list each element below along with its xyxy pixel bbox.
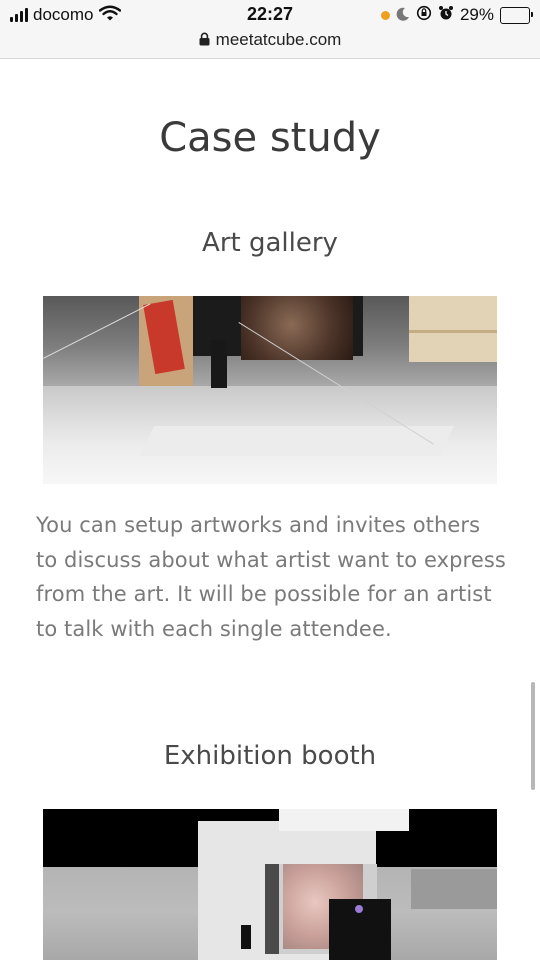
- art-gallery-image: [43, 296, 497, 484]
- orange-dot-icon: [380, 10, 390, 20]
- booth-display-box: [329, 899, 391, 960]
- section-title-art-gallery: Art gallery: [202, 228, 338, 258]
- alarm-icon: [438, 5, 454, 25]
- battery-percentage: 29%: [459, 5, 494, 24]
- moon-icon: [396, 6, 410, 25]
- artwork-poster: [139, 296, 193, 386]
- scrollbar-thumb[interactable]: [531, 682, 535, 790]
- exhibition-booth-image: [43, 809, 497, 960]
- art-gallery-description: You can setup artworks and invites other…: [36, 513, 506, 641]
- page-title: Case study: [159, 115, 381, 161]
- rotation-lock-icon: [416, 5, 432, 25]
- artwork-scroll: [409, 296, 497, 362]
- status-bar: docomo 22:27 29% meetatcube.com: [0, 0, 540, 59]
- avatar-figure: [211, 340, 227, 388]
- lock-icon: [199, 31, 210, 50]
- status-icons: 29%: [380, 5, 533, 25]
- artwork-painting: [241, 296, 353, 360]
- url-text[interactable]: meetatcube.com: [216, 30, 342, 50]
- battery-icon: [500, 6, 533, 24]
- address-bar[interactable]: meetatcube.com: [0, 30, 540, 50]
- section-title-exhibition-booth: Exhibition booth: [163, 741, 377, 771]
